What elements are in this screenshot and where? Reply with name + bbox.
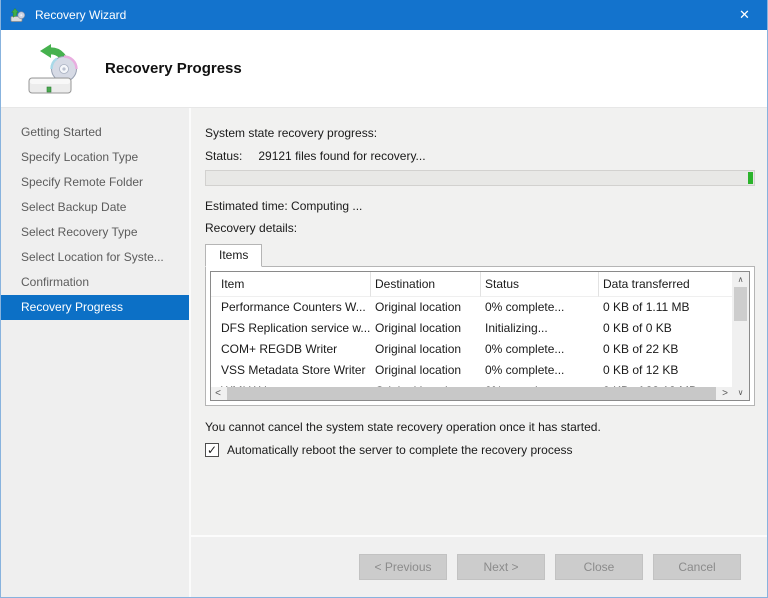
details-tabstrip: Items [205,243,755,266]
button-footer: < Previous Next > Close Cancel [191,535,767,597]
cancel-button[interactable]: Cancel [653,554,741,580]
table-cell: DFS Replication service w... [211,318,371,339]
sidebar-step-select-backup-date[interactable]: Select Backup Date [1,195,189,220]
vertical-scroll-thumb[interactable] [734,287,747,321]
horizontal-scroll-thumb[interactable] [227,387,716,400]
main-area: System state recovery progress: Status: … [191,108,767,535]
table-cell: Original location [371,339,481,360]
recovery-items-list: ItemDestinationStatusData transferred Pe… [210,271,750,401]
table-cell: 0 KB of 22 KB [599,339,732,360]
sidebar-step-specify-remote-folder[interactable]: Specify Remote Folder [1,170,189,195]
status-value: 29121 files found for recovery... [258,149,425,163]
page-title: Recovery Progress [105,60,242,77]
progress-marquee-indicator [748,172,753,184]
recovery-progress-bar [205,170,755,186]
listview-header[interactable]: ItemDestinationStatusData transferred [211,272,732,297]
items-tab-panel: ItemDestinationStatusData transferred Pe… [205,266,755,406]
scroll-right-icon[interactable]: > [718,387,732,400]
sidebar-step-confirmation[interactable]: Confirmation [1,270,189,295]
window-title: Recovery Wizard [35,8,722,22]
sidebar-step-recovery-progress[interactable]: Recovery Progress [1,295,189,320]
close-icon[interactable]: ✕ [722,0,767,30]
status-label: Status: [205,149,242,163]
column-header[interactable]: Data transferred [599,272,732,297]
wizard-body: Getting StartedSpecify Location TypeSpec… [1,108,767,597]
table-cell: Original location [371,318,481,339]
table-cell: VSS Metadata Store Writer [211,360,371,381]
app-icon [10,7,26,23]
table-cell: Original location [371,297,481,318]
table-cell: Initializing... [481,318,599,339]
estimated-time: Estimated time: Computing ... [205,199,755,213]
column-header[interactable]: Status [481,272,599,297]
horizontal-scrollbar[interactable]: < > [211,387,732,400]
table-row[interactable]: VSS Metadata Store WriterOriginal locati… [211,360,732,381]
sidebar-step-select-recovery-type[interactable]: Select Recovery Type [1,220,189,245]
table-cell: Performance Counters W... [211,297,371,318]
scroll-down-icon[interactable]: ∨ [732,385,749,400]
table-cell: COM+ REGDB Writer [211,339,371,360]
sidebar-step-specify-location-type[interactable]: Specify Location Type [1,145,189,170]
wizard-steps-sidebar: Getting StartedSpecify Location TypeSpec… [1,108,191,597]
cannot-cancel-note: You cannot cancel the system state recov… [205,420,755,434]
table-cell: 0% complete... [481,297,599,318]
details-label: Recovery details: [205,221,755,235]
content-pane: System state recovery progress: Status: … [191,108,767,597]
reboot-checkbox-label: Automatically reboot the server to compl… [227,443,573,457]
status-row: Status: 29121 files found for recovery..… [205,149,755,163]
close-button[interactable]: Close [555,554,643,580]
reboot-checkbox-row[interactable]: ✓ Automatically reboot the server to com… [205,443,755,457]
tab-items[interactable]: Items [205,244,262,267]
column-header[interactable]: Destination [371,272,481,297]
vertical-scrollbar[interactable]: ∧ ∨ [732,272,749,400]
progress-heading: System state recovery progress: [205,126,755,140]
recovery-wizard-window: Recovery Wizard ✕ Recovery Progress Gett… [0,0,768,598]
listview-body: ItemDestinationStatusData transferred Pe… [211,272,732,401]
table-cell: 0 KB of 1.11 MB [599,297,732,318]
table-cell: 0% complete... [481,360,599,381]
table-cell: Original location [371,360,481,381]
table-cell: 0% complete... [481,339,599,360]
next-button[interactable]: Next > [457,554,545,580]
scroll-up-icon[interactable]: ∧ [732,272,749,287]
table-row[interactable]: DFS Replication service w...Original loc… [211,318,732,339]
table-cell: 0 KB of 0 KB [599,318,732,339]
backup-drive-icon [27,40,83,98]
sidebar-step-select-location-for-syste[interactable]: Select Location for Syste... [1,245,189,270]
title-bar[interactable]: Recovery Wizard ✕ [1,0,767,30]
reboot-checkbox[interactable]: ✓ [205,443,219,457]
wizard-header: Recovery Progress [1,30,767,108]
scroll-left-icon[interactable]: < [211,387,225,400]
table-row[interactable]: COM+ REGDB WriterOriginal location0% com… [211,339,732,360]
table-row[interactable]: Performance Counters W...Original locati… [211,297,732,318]
previous-button[interactable]: < Previous [359,554,447,580]
sidebar-step-getting-started[interactable]: Getting Started [1,120,189,145]
table-cell: 0 KB of 12 KB [599,360,732,381]
column-header[interactable]: Item [211,272,371,297]
